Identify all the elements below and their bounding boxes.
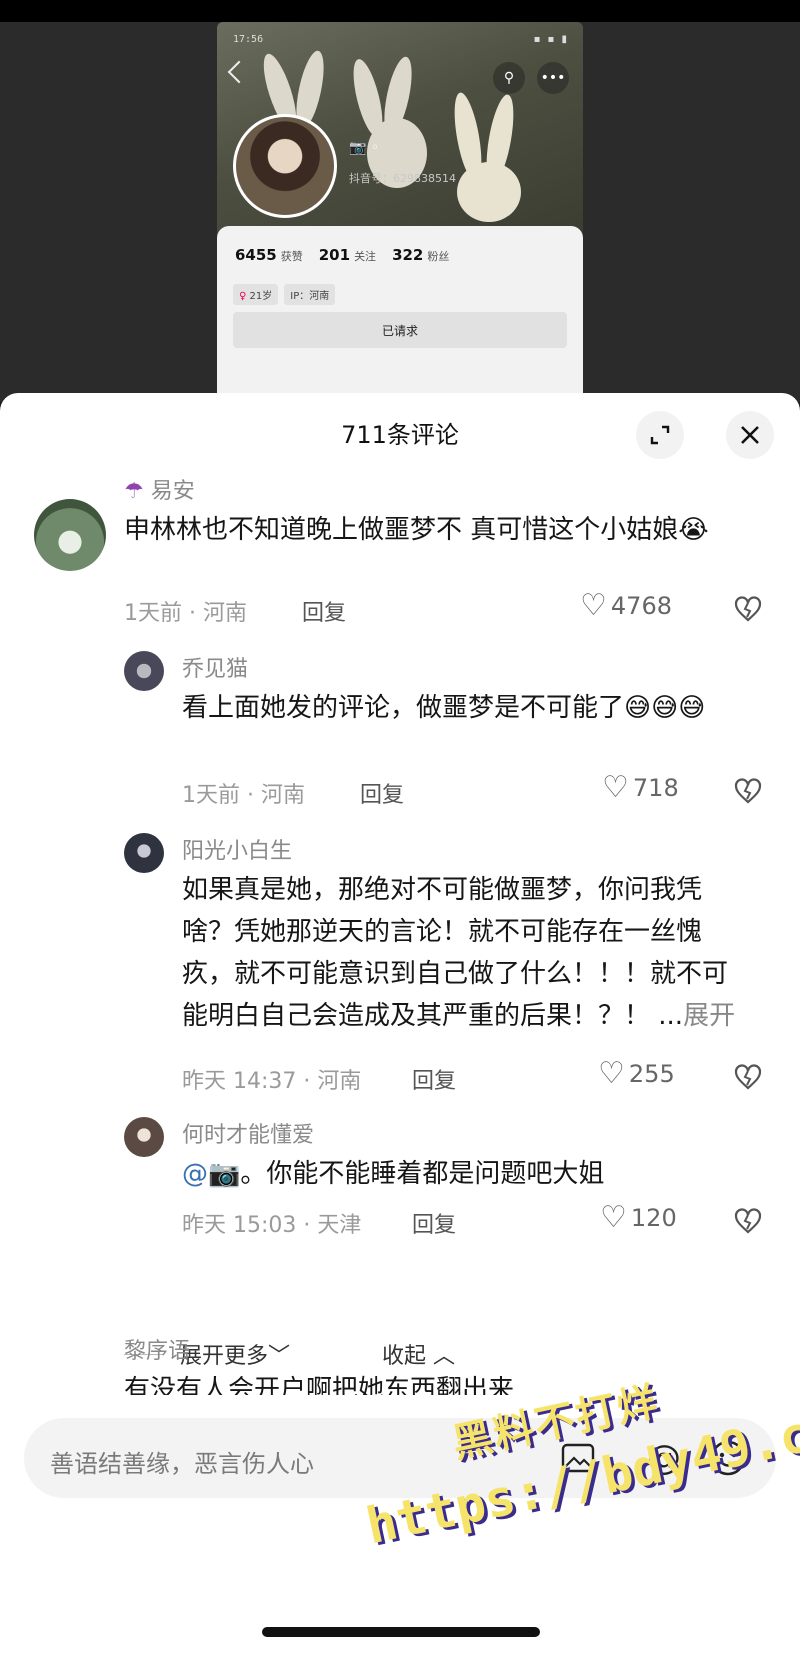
comment-author-name: 易安 — [150, 479, 195, 504]
avatar[interactable] — [124, 651, 164, 691]
comment-author[interactable]: 何时才能懂爱 — [182, 1117, 314, 1149]
heart-icon: ♡ — [600, 1200, 627, 1235]
stat-following-unit: 关注 — [354, 250, 377, 263]
age-tag-label: 21岁 — [249, 291, 273, 302]
dislike-icon[interactable] — [733, 1062, 763, 1092]
avatar[interactable] — [124, 1117, 164, 1157]
expand-icon[interactable] — [636, 411, 684, 459]
comment-author[interactable]: 乔见猫 — [182, 651, 248, 683]
profile-tags: ♀ 21岁 IP：河南 — [233, 284, 336, 305]
dislike-icon[interactable] — [733, 776, 763, 806]
like-count: 4768 — [610, 592, 672, 620]
home-indicator[interactable] — [262, 1627, 540, 1637]
like-count: 120 — [630, 1204, 677, 1232]
embedded-profile-screenshot[interactable]: 17:56 ▪ ▪ ▮ ⚲ ••• 📷 ◦ 抖音号：629838514 6455… — [217, 22, 583, 402]
like-button[interactable]: ♡ 255 — [598, 1059, 675, 1089]
close-icon[interactable] — [726, 411, 774, 459]
chevron-down-icon: ﹀ — [268, 1344, 291, 1369]
comment-meta: 昨天 15:03 · 天津 — [182, 1213, 362, 1238]
reply-button[interactable]: 回复 — [360, 777, 404, 809]
chevron-up-icon: ︿ — [433, 1344, 456, 1369]
bunny-decoration — [457, 162, 521, 222]
reply-button[interactable]: 回复 — [302, 595, 346, 627]
like-button[interactable]: ♡ 120 — [600, 1203, 677, 1233]
stat-likes-unit: 获赞 — [280, 250, 303, 263]
more-icon[interactable]: ••• — [537, 62, 569, 94]
reply-button[interactable]: 回复 — [412, 1063, 456, 1095]
comment-text: 看上面她发的评论，做噩梦是不可能了😅😅😅 — [182, 693, 706, 723]
profile-card: 6455 获赞 201 关注 322 粉丝 ♀ 21岁 IP：河南 已请求 — [217, 226, 583, 402]
comment-text-body: 。你能不能睡着都是问题吧大姐 — [240, 1159, 605, 1189]
dislike-icon[interactable] — [733, 1206, 763, 1236]
expand-link[interactable]: 展开 — [683, 1001, 735, 1031]
dislike-icon[interactable] — [733, 594, 763, 624]
requested-button[interactable]: 已请求 — [233, 312, 567, 348]
camera-icon: 📷 ◦ — [349, 140, 380, 156]
heart-icon: ♡ — [602, 770, 629, 805]
comment-text: 申林林也不知道晚上做噩梦不 真可惜这个小姑娘😭 — [124, 515, 709, 545]
comment-text: 如果真是她，那绝对不可能做噩梦，你问我凭啥？凭她那逆天的言论！就不可能存在一丝愧… — [182, 869, 742, 1037]
comment-author[interactable]: 阳光小白生 — [182, 833, 292, 865]
like-count: 718 — [632, 774, 679, 802]
comment-meta: 昨天 14:37 · 河南 — [182, 1069, 362, 1094]
profile-avatar[interactable] — [233, 114, 337, 218]
expand-more-label: 展开更多 — [180, 1344, 269, 1369]
embedded-status-icons: ▪ ▪ ▮ — [533, 34, 569, 45]
reply-button[interactable]: 回复 — [412, 1207, 456, 1239]
comment-text-body: 如果真是她，那绝对不可能做噩梦，你问我凭啥？凭她那逆天的言论！就不可能存在一丝愧… — [182, 875, 729, 1031]
comment-meta: 1天前 · 河南 — [182, 783, 305, 808]
umbrella-icon: ☂ — [124, 479, 144, 504]
comment-meta: 1天前 · 河南 — [124, 601, 247, 626]
mention-link[interactable]: @📷 — [182, 1159, 240, 1189]
like-count: 255 — [628, 1060, 675, 1088]
heart-icon: ♡ — [598, 1056, 625, 1091]
avatar[interactable] — [34, 499, 106, 571]
stat-following-value[interactable]: 201 — [319, 246, 350, 264]
stat-likes-value: 6455 — [235, 246, 277, 264]
stat-followers-value[interactable]: 322 — [392, 246, 423, 264]
collapse-label: 收起 — [382, 1344, 427, 1369]
search-icon[interactable]: ⚲ — [493, 62, 525, 94]
heart-icon: ♡ — [580, 588, 607, 623]
comment-input-placeholder: 善语结善缘，恶言伤人心 — [50, 1450, 314, 1478]
stat-followers-unit: 粉丝 — [427, 250, 450, 263]
comment-text: @📷。你能不能睡着都是问题吧大姐 — [182, 1153, 762, 1195]
profile-stats: 6455 获赞 201 关注 322 粉丝 — [235, 246, 465, 264]
douyin-id: 抖音号：629838514 — [349, 172, 456, 185]
comment-author[interactable]: 黎序语 — [124, 1333, 190, 1365]
ip-tag: IP：河南 — [284, 284, 336, 305]
like-button[interactable]: ♡ 718 — [602, 773, 679, 803]
comment-author[interactable]: ☂ 易安 — [124, 473, 195, 505]
status-bar — [0, 0, 800, 22]
embedded-status-time: 17:56 — [233, 34, 264, 45]
avatar[interactable] — [124, 833, 164, 873]
collapse-button[interactable]: 收起 ︿ — [382, 1338, 455, 1370]
like-button[interactable]: ♡ 4768 — [580, 591, 672, 621]
age-tag: ♀ 21岁 — [233, 284, 279, 305]
female-icon: ♀ — [239, 291, 247, 302]
